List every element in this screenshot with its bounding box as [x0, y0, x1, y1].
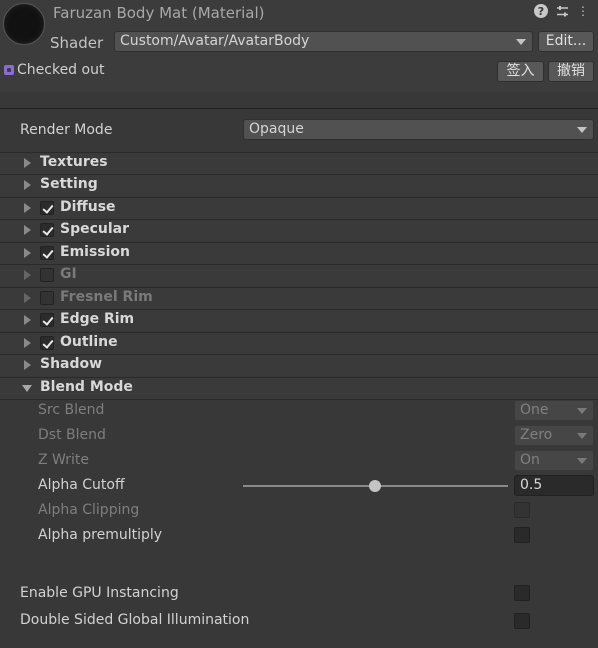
foldout-emission[interactable]: Emission — [0, 242, 598, 264]
chevron-down-icon — [516, 39, 526, 45]
z-write-value: On — [520, 452, 540, 468]
alpha-cutoff-label: Alpha Cutoff — [38, 477, 125, 493]
alpha-cutoff-slider-thumb[interactable] — [369, 480, 381, 492]
foldout-label: Diffuse — [60, 199, 116, 215]
foldout-label: Setting — [40, 176, 98, 192]
foldout-edge-rim[interactable]: Edge Rim — [0, 309, 598, 331]
foldout-shadow[interactable]: Shadow — [0, 354, 598, 376]
shader-value: Custom/Avatar/AvatarBody — [120, 33, 310, 49]
z-write-label: Z Write — [38, 452, 90, 468]
gpu-instancing-label: Enable GPU Instancing — [20, 585, 179, 601]
foldout-outline[interactable]: Outline — [0, 332, 598, 354]
double-sided-gi-checkbox[interactable] — [514, 613, 530, 629]
foldout-arrow-icon — [24, 248, 31, 258]
header-icons: ? ⋮ — [534, 4, 590, 18]
foldout-label: Emission — [60, 244, 130, 260]
foldout-label: Edge Rim — [60, 311, 135, 327]
outline-toggle[interactable] — [40, 336, 54, 350]
vcs-status: Checked out — [4, 62, 104, 78]
foldout-label: GI — [60, 266, 77, 282]
checkin-button[interactable]: 签入 — [497, 61, 544, 82]
foldout-blend-mode[interactable]: Blend Mode — [0, 377, 598, 399]
foldout-arrow-icon — [24, 360, 31, 370]
foldout-gi[interactable]: GI — [0, 264, 598, 286]
src-blend-value: One — [520, 402, 549, 418]
foldout-textures[interactable]: Textures — [0, 152, 598, 174]
alpha-premultiply-checkbox[interactable] — [514, 527, 530, 543]
foldout-label: Fresnel Rim — [60, 289, 153, 305]
material-title: Faruzan Body Mat (Material) — [53, 4, 265, 22]
edit-shader-button[interactable]: Edit... — [538, 31, 594, 52]
material-preview-sphere[interactable] — [3, 3, 45, 45]
gpu-instancing-checkbox[interactable] — [514, 585, 530, 601]
blend-divider — [0, 399, 598, 400]
alpha-cutoff-field[interactable]: 0.5 — [514, 475, 594, 496]
foldout-arrow-icon — [24, 203, 31, 213]
foldout-specular[interactable]: Specular — [0, 219, 598, 241]
foldout-arrow-icon — [24, 225, 31, 235]
foldout-label: Outline — [60, 334, 118, 350]
foldout-label: Specular — [60, 221, 130, 237]
dst-blend-value: Zero — [520, 427, 553, 443]
src-blend-dropdown[interactable]: One — [514, 400, 594, 421]
render-mode-dropdown[interactable]: Opaque — [243, 119, 594, 140]
chevron-down-icon — [577, 127, 587, 133]
render-mode-label: Render Mode — [20, 122, 113, 138]
foldout-setting[interactable]: Setting — [0, 174, 598, 196]
specular-toggle[interactable] — [40, 223, 54, 237]
alpha-clipping-label: Alpha Clipping — [38, 502, 140, 518]
menu-icon[interactable]: ⋮ — [576, 4, 590, 18]
foldout-label: Shadow — [40, 356, 103, 372]
emission-toggle[interactable] — [40, 246, 54, 260]
presets-icon[interactable] — [555, 4, 569, 18]
foldout-label: Blend Mode — [40, 379, 133, 395]
vcs-status-label: Checked out — [17, 62, 105, 78]
render-mode-value: Opaque — [249, 121, 304, 137]
dst-blend-label: Dst Blend — [38, 427, 106, 443]
chevron-down-icon — [577, 458, 587, 464]
double-sided-gi-label: Double Sided Global Illumination — [20, 612, 250, 628]
gi-toggle[interactable] — [40, 268, 54, 282]
help-icon[interactable]: ? — [534, 4, 548, 18]
revert-button[interactable]: 撤销 — [548, 61, 594, 82]
header-divider — [0, 108, 598, 109]
chevron-down-icon — [577, 433, 587, 439]
foldout-arrow-icon — [24, 180, 31, 190]
edge-rim-toggle[interactable] — [40, 313, 54, 327]
foldout-fresnel-rim[interactable]: Fresnel Rim — [0, 287, 598, 309]
foldout-arrow-icon — [24, 293, 31, 303]
z-write-dropdown[interactable]: On — [514, 450, 594, 471]
checked-out-icon — [4, 65, 14, 75]
dst-blend-dropdown[interactable]: Zero — [514, 425, 594, 446]
foldout-arrow-icon — [24, 158, 31, 168]
fresnel-rim-toggle[interactable] — [40, 291, 54, 305]
foldout-arrow-icon — [24, 338, 31, 348]
foldout-arrow-open-icon — [22, 385, 32, 392]
src-blend-label: Src Blend — [38, 402, 105, 418]
diffuse-toggle[interactable] — [40, 201, 54, 215]
foldout-arrow-icon — [24, 270, 31, 280]
alpha-premultiply-label: Alpha premultiply — [38, 527, 163, 543]
chevron-down-icon — [577, 408, 587, 414]
foldout-label: Textures — [40, 154, 108, 170]
shader-dropdown[interactable]: Custom/Avatar/AvatarBody — [114, 31, 533, 52]
shader-label: Shader — [50, 34, 104, 52]
foldout-arrow-icon — [24, 315, 31, 325]
foldout-diffuse[interactable]: Diffuse — [0, 197, 598, 219]
alpha-clipping-checkbox[interactable] — [514, 502, 530, 518]
